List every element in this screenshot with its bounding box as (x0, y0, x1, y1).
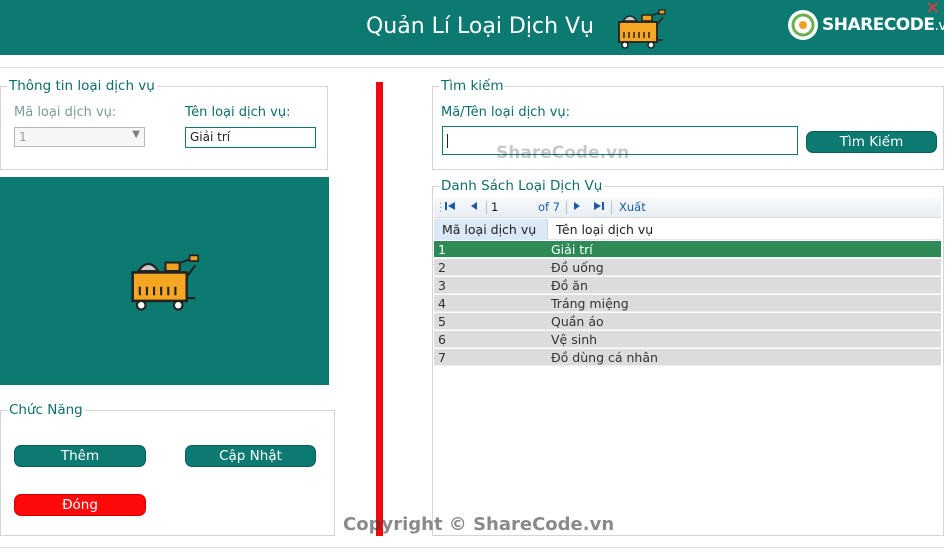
bottom-divider (0, 547, 944, 548)
logo-suffix-text: .vn (934, 18, 950, 34)
first-page-icon[interactable] (444, 200, 456, 215)
page-count-text: of 7 (538, 200, 561, 214)
table-row[interactable]: 2 Đồ uống (434, 259, 941, 276)
next-page-icon[interactable] (572, 200, 582, 215)
name-input[interactable]: Giải trí (185, 127, 316, 148)
add-button[interactable]: Thêm (14, 445, 146, 467)
column-header-code[interactable]: Mã loại dịch vụ (434, 219, 548, 240)
vertical-separator (376, 82, 383, 536)
cell-code: 1 (438, 242, 446, 257)
cell-code: 6 (438, 332, 446, 347)
cell-code: 3 (438, 278, 446, 293)
close-button[interactable]: Đóng (14, 494, 146, 516)
search-button[interactable]: Tìm Kiếm (806, 131, 937, 153)
table-row[interactable]: 7 Đồ dùng cá nhân (434, 349, 941, 366)
search-group-legend: Tìm kiếm (439, 78, 506, 94)
code-combobox[interactable]: 1 ▼ (14, 127, 145, 147)
search-label: Mã/Tên loại dịch vụ: (441, 105, 571, 120)
logo-main-text: SHARECODE (822, 15, 935, 35)
code-combobox-value: 1 (19, 130, 27, 144)
page-title: Quản Lí Loại Dịch Vụ (365, 14, 595, 39)
header-divider (0, 67, 944, 68)
update-button[interactable]: Cập Nhật (185, 445, 316, 467)
cell-code: 5 (438, 314, 446, 329)
food-cart-icon (127, 250, 201, 316)
table-row[interactable]: 4 Tráng miệng (434, 295, 941, 312)
last-page-icon[interactable] (593, 200, 605, 215)
cell-name: Tráng miệng (551, 296, 629, 311)
table-row[interactable]: 1 Giải trí (434, 241, 941, 258)
position-input[interactable]: 1 (491, 200, 531, 215)
copyright-watermark: Copyright © ShareCode.vn (343, 514, 615, 535)
function-group-legend: Chức Năng (7, 402, 85, 418)
export-button[interactable]: Xuất (619, 200, 646, 214)
watermark-text: ShareCode.vn (496, 143, 630, 163)
code-label: Mã loại dịch vụ: (14, 105, 117, 120)
cell-code: 7 (438, 350, 446, 365)
cell-name: Quần áo (551, 314, 604, 329)
food-cart-icon (615, 7, 667, 53)
prev-page-icon[interactable] (469, 200, 479, 215)
table-row[interactable]: 6 Vệ sinh (434, 331, 941, 348)
table-row[interactable]: 3 Đồ ăn (434, 277, 941, 294)
close-icon[interactable]: ✕ (925, 0, 940, 19)
cell-code: 4 (438, 296, 446, 311)
cell-name: Vệ sinh (551, 332, 598, 347)
name-label: Tên loại dịch vụ: (185, 105, 291, 120)
logo-emblem-icon (788, 10, 818, 40)
table-row[interactable]: 5 Quần áo (434, 313, 941, 330)
column-header-name[interactable]: Tên loại dịch vụ (548, 219, 941, 240)
cell-name: Đồ dùng cá nhân (551, 350, 658, 365)
cell-name: Đồ uống (551, 260, 604, 275)
function-group: Chức Năng (0, 402, 335, 536)
info-group-legend: Thông tin loại dịch vụ (7, 78, 157, 94)
text-caret (447, 134, 448, 148)
dropdown-arrow-icon[interactable]: ▼ (132, 129, 140, 140)
list-group-legend: Danh Sách Loại Dịch Vụ (439, 178, 605, 194)
cell-name: Đồ ăn (551, 278, 588, 293)
cell-name: Giải trí (551, 242, 593, 257)
cell-code: 2 (438, 260, 446, 275)
